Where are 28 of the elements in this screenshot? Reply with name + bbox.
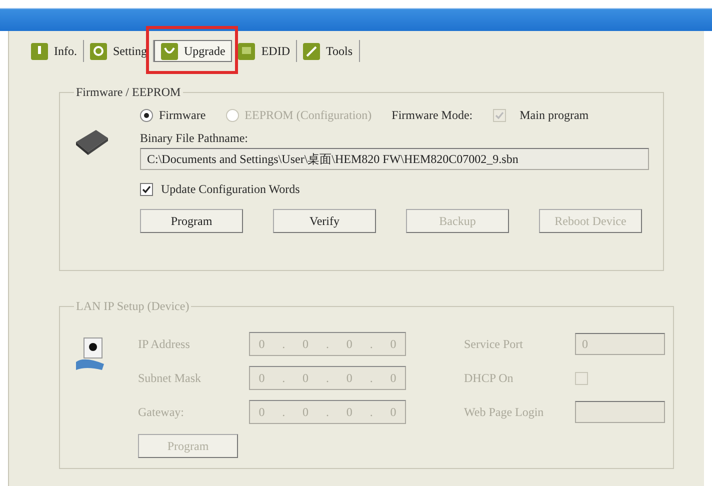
action-button[interactable]: Program xyxy=(140,209,243,233)
alert-icon xyxy=(31,42,48,60)
field-label: Subnet Mask xyxy=(138,370,202,386)
tab[interactable]: Setting xyxy=(84,40,154,62)
check-icon xyxy=(142,185,151,194)
field-label: Gateway: xyxy=(138,404,185,420)
wrench-icon xyxy=(303,42,320,60)
group-title: LAN IP Setup (Device) xyxy=(75,299,190,314)
tab[interactable]: Upgrade xyxy=(154,40,232,62)
group-title: Firmware / EEPROM xyxy=(75,85,182,100)
check-icon xyxy=(494,111,504,120)
field-label: Service Port xyxy=(464,336,524,352)
action-button[interactable]: Verify xyxy=(273,209,376,233)
path-label: Binary File Pathname: xyxy=(140,131,249,146)
upgrade-icon xyxy=(161,42,178,60)
gear-icon xyxy=(90,42,107,60)
path-field[interactable]: C:\Documents and Settings\User\桌面\HEM820 FW\HEM820C07002_9.sbn xyxy=(140,148,649,170)
update-config-checkbox[interactable]: Update Configuration Words xyxy=(140,182,655,197)
text-field[interactable] xyxy=(575,401,665,423)
tab[interactable]: Tools xyxy=(297,40,360,62)
tab[interactable]: EDID xyxy=(232,40,298,62)
mode-label: Firmware Mode: xyxy=(392,108,473,123)
field-label: Web Page Login xyxy=(464,404,545,420)
field-label: DHCP On xyxy=(464,370,514,386)
tab[interactable]: Info. xyxy=(25,40,84,62)
monitor-icon xyxy=(238,42,256,60)
field-label: IP Address xyxy=(138,336,191,352)
radio-button[interactable]: Firmware xyxy=(140,108,206,123)
